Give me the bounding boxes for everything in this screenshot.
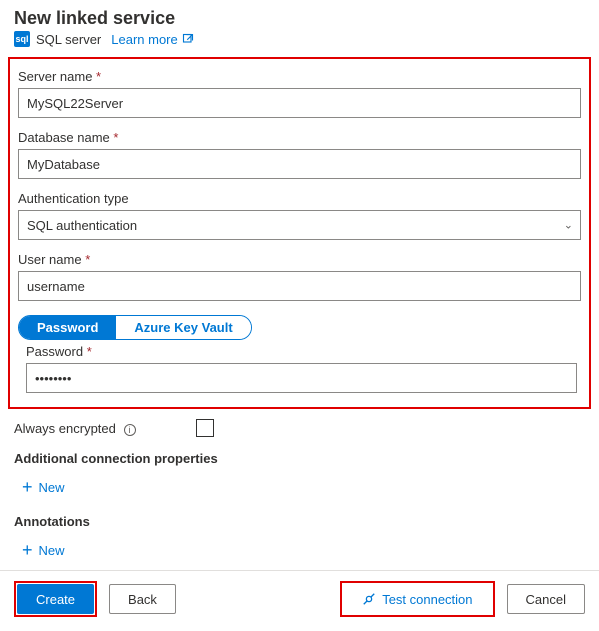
cancel-button[interactable]: Cancel	[507, 584, 585, 614]
sql-server-icon: sql	[14, 31, 30, 47]
server-name-input[interactable]	[18, 88, 581, 118]
plus-icon: +	[22, 541, 33, 559]
password-group: Password *	[16, 344, 583, 399]
footer-bar: Create Back Test connection Cancel	[0, 570, 599, 631]
create-highlight: Create	[14, 581, 97, 617]
page-title: New linked service	[0, 0, 599, 31]
database-name-input[interactable]	[18, 149, 581, 179]
always-encrypted-row: Always encrypted i	[0, 409, 599, 441]
info-icon[interactable]: i	[124, 424, 136, 436]
server-name-label: Server name *	[18, 69, 581, 88]
user-name-group: User name *	[16, 248, 583, 309]
auth-type-group: Authentication type ⌄	[16, 187, 583, 248]
service-type-label: SQL server	[36, 32, 101, 47]
plug-icon	[362, 592, 376, 606]
database-name-group: Database name *	[16, 126, 583, 187]
user-name-input[interactable]	[18, 271, 581, 301]
highlighted-form-region: Server name * Database name * Authentica…	[8, 57, 591, 409]
password-tab[interactable]: Password	[19, 316, 116, 339]
auth-type-select[interactable]	[18, 210, 581, 240]
always-encrypted-checkbox[interactable]	[196, 419, 214, 437]
auth-type-label: Authentication type	[18, 191, 581, 210]
always-encrypted-label: Always encrypted	[14, 421, 116, 436]
azure-key-vault-tab[interactable]: Azure Key Vault	[116, 316, 250, 339]
test-connection-button[interactable]: Test connection	[343, 584, 491, 614]
back-button[interactable]: Back	[109, 584, 176, 614]
add-connection-property-button[interactable]: + New	[0, 470, 599, 504]
learn-more-link[interactable]: Learn more	[111, 32, 193, 47]
password-source-switch: Password Azure Key Vault	[18, 315, 252, 340]
external-link-icon	[182, 33, 194, 45]
create-button[interactable]: Create	[17, 584, 94, 614]
service-subheader: sql SQL server Learn more	[0, 31, 599, 57]
password-input[interactable]	[26, 363, 577, 393]
test-connection-highlight: Test connection	[340, 581, 494, 617]
add-annotation-button[interactable]: + New	[0, 533, 599, 567]
server-name-group: Server name *	[16, 65, 583, 126]
password-label: Password *	[26, 344, 577, 363]
database-name-label: Database name *	[18, 130, 581, 149]
plus-icon: +	[22, 478, 33, 496]
annotations-label: Annotations	[0, 504, 599, 533]
additional-props-label: Additional connection properties	[0, 441, 599, 470]
user-name-label: User name *	[18, 252, 581, 271]
